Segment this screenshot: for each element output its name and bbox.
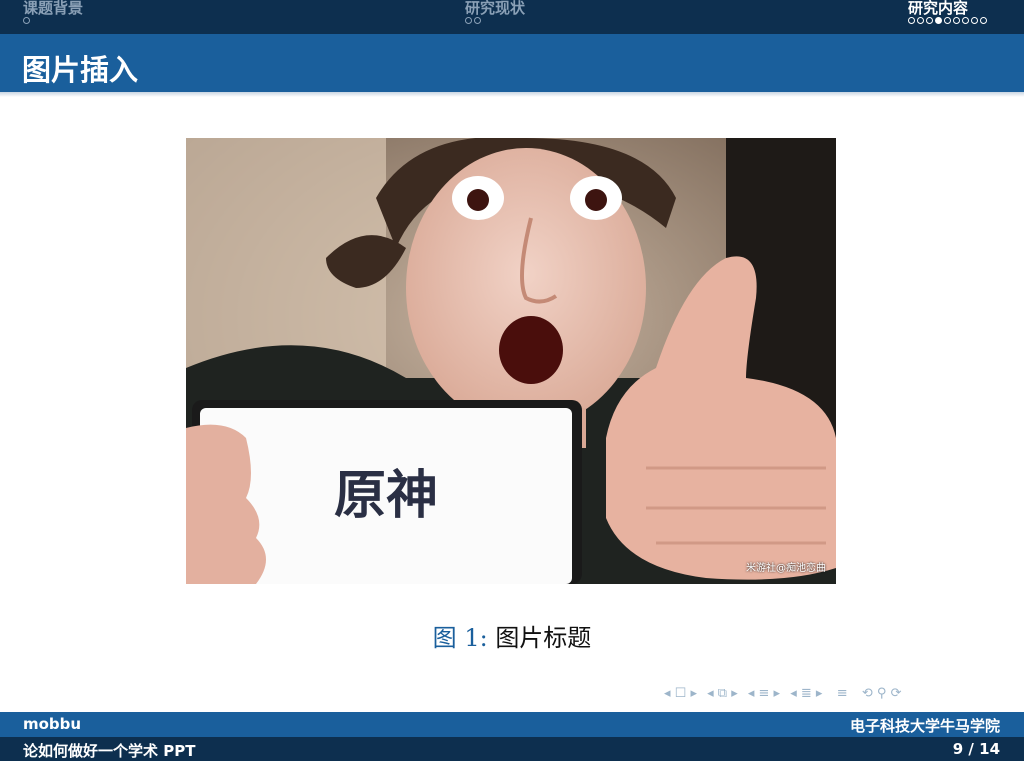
- nav-frame-dot-current[interactable]: [935, 17, 942, 24]
- nav-section-content[interactable]: 研究内容: [908, 0, 989, 29]
- nav-document-icon[interactable]: ≡: [833, 686, 852, 701]
- nav-section-title[interactable]: 研究内容: [908, 0, 989, 16]
- footer-page-number: 9 / 14: [952, 740, 1000, 758]
- footer-author: mobbu: [23, 715, 82, 733]
- nav-frame-dot[interactable]: [971, 17, 978, 24]
- footer-institute: 电子科技大学牛马学院: [849, 717, 1000, 735]
- nav-frame-dot[interactable]: [944, 17, 951, 24]
- nav-frame-dot[interactable]: [962, 17, 969, 24]
- nav-section-dots: [908, 17, 989, 29]
- nav-search-icon[interactable]: ⟲ ⚲ ⟳: [862, 686, 902, 701]
- slide-figure-image: 原神 米游社@痴池恋曲: [186, 138, 836, 584]
- caption-text: 图片标题: [495, 624, 592, 652]
- nav-section-status[interactable]: 研究现状: [465, 0, 525, 29]
- figure-caption: 图 1: 图片标题: [0, 618, 1024, 653]
- nav-section-icon[interactable]: ◂ ≣ ▸: [790, 686, 822, 701]
- nav-frame-dot[interactable]: [980, 17, 987, 24]
- nav-frame-dot[interactable]: [908, 17, 915, 24]
- nav-frame-dot[interactable]: [23, 17, 30, 24]
- section-navigation-bar: 课题背景 研究现状 研究内容: [0, 0, 1024, 34]
- footer-title-bar: 论如何做好一个学术 PPT 9 / 14: [0, 737, 1024, 761]
- caption-number: 1:: [464, 624, 488, 652]
- nav-frame-dot[interactable]: [474, 17, 481, 24]
- caption-label: 图: [432, 624, 457, 652]
- nav-slide-icon[interactable]: ◂ ☐ ▸: [664, 686, 697, 701]
- nav-section-title[interactable]: 研究现状: [465, 0, 525, 16]
- nav-subsection-icon[interactable]: ◂ ≡ ▸: [748, 686, 780, 701]
- image-watermark: 米游社@痴池恋曲: [746, 563, 826, 574]
- phone-logo-text: 原神: [334, 465, 438, 526]
- nav-frame-dot[interactable]: [465, 17, 472, 24]
- nav-frame-dot[interactable]: [926, 17, 933, 24]
- beamer-navigation-symbols: ◂ ☐ ▸ ◂ ⧉ ▸ ◂ ≡ ▸ ◂ ≣ ▸ ≡ ⟲ ⚲ ⟳: [664, 686, 907, 702]
- nav-section-dots: [23, 17, 83, 29]
- nav-section-title[interactable]: 课题背景: [23, 0, 83, 16]
- nav-frame-dot[interactable]: [953, 17, 960, 24]
- nav-frame-dot[interactable]: [917, 17, 924, 24]
- frame-title-bar: 图片插入: [0, 34, 1024, 92]
- nav-section-dots: [465, 17, 525, 29]
- frame-title: 图片插入: [22, 53, 139, 87]
- title-shadow: [0, 92, 1024, 97]
- nav-frame-icon[interactable]: ◂ ⧉ ▸: [707, 686, 738, 701]
- nav-section-background[interactable]: 课题背景: [23, 0, 83, 29]
- footer-author-bar: mobbu 电子科技大学牛马学院: [0, 712, 1024, 737]
- photo-illustration: 原神: [186, 138, 836, 584]
- footer-short-title: 论如何做好一个学术 PPT: [23, 742, 196, 760]
